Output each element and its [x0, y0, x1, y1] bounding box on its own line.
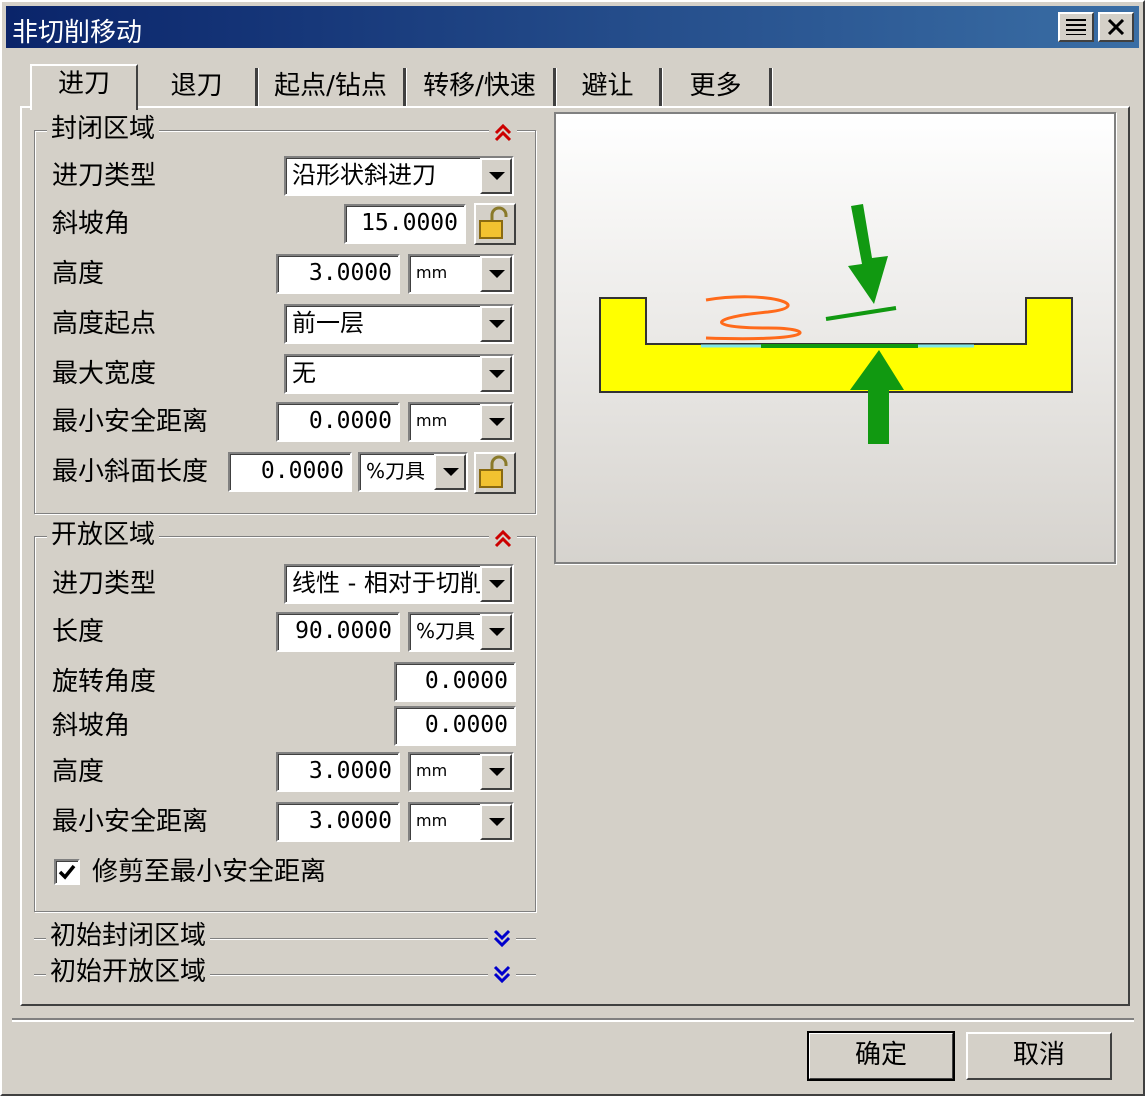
closed-area-title[interactable]: 封闭区域	[47, 113, 160, 145]
open-length-unit-value: %刀具	[416, 619, 476, 643]
closed-ramp-angle-input[interactable]: 15.0000	[344, 204, 466, 244]
closed-min-clearance-unit-value: mm	[416, 411, 448, 430]
tab-avoidance[interactable]: 避让	[556, 68, 662, 108]
trim-checkbox-label[interactable]: 修剪至最小安全距离	[92, 856, 326, 888]
dialog-window: 非切削移动 进刀 退刀 起点/钻点 转移/快速 避让 更多 封闭区域 进刀类型 …	[0, 0, 1145, 1096]
chevron-down-icon[interactable]	[480, 256, 512, 292]
closed-height-unit-value: mm	[416, 263, 448, 282]
open-min-clearance-unit-value: mm	[416, 811, 448, 830]
closed-min-ramp-length-input[interactable]: 0.0000	[228, 452, 352, 492]
closed-height-from-label: 高度起点	[52, 309, 157, 339]
closed-min-clearance-input[interactable]: 0.0000	[276, 402, 400, 442]
menu-button[interactable]	[1058, 12, 1094, 42]
chevron-down-icon[interactable]	[480, 306, 512, 342]
lock-button[interactable]	[474, 452, 516, 494]
cancel-button[interactable]: 取消	[966, 1032, 1112, 1080]
chevron-down-icon[interactable]	[480, 754, 512, 790]
closed-min-clearance-unit-select[interactable]: mm	[408, 402, 514, 442]
closed-height-label: 高度	[52, 259, 105, 289]
open-rotation-angle-label: 旋转角度	[52, 667, 157, 697]
closed-min-ramp-length-label: 最小斜面长度	[52, 457, 209, 487]
open-height-unit-select[interactable]: mm	[408, 752, 514, 792]
open-height-unit-value: mm	[416, 761, 448, 780]
lock-button[interactable]	[474, 203, 516, 245]
ok-button[interactable]: 确定	[807, 1031, 955, 1081]
tab-transfer-rapid[interactable]: 转移/快速	[406, 68, 556, 108]
closed-max-width-value: 无	[292, 359, 316, 387]
title-bar[interactable]: 非切削移动	[6, 6, 1139, 48]
chevron-down-icon[interactable]	[480, 804, 512, 840]
expand-icon[interactable]	[488, 960, 516, 988]
open-entry-type-select[interactable]: 线性 - 相对于切削	[284, 564, 514, 604]
open-length-input[interactable]: 90.0000	[276, 612, 400, 652]
closed-entry-type-value: 沿形状斜进刀	[292, 161, 436, 189]
closed-height-unit-select[interactable]: mm	[408, 254, 514, 294]
closed-ramp-angle-label: 斜坡角	[52, 209, 131, 239]
closed-min-clearance-label: 最小安全距离	[52, 407, 209, 437]
menu-icon	[1066, 19, 1086, 35]
chevron-down-icon[interactable]	[480, 566, 512, 602]
close-button[interactable]	[1098, 12, 1134, 42]
footer-separator	[12, 1018, 1134, 1020]
open-ramp-angle-input[interactable]: 0.0000	[394, 706, 516, 746]
chevron-down-icon[interactable]	[434, 454, 466, 490]
open-rotation-angle-input[interactable]: 0.0000	[394, 662, 516, 702]
entry-preview-image	[554, 112, 1116, 564]
checkmark-icon	[58, 864, 76, 880]
open-ramp-angle-label: 斜坡角	[52, 711, 131, 741]
initial-closed-area-title[interactable]: 初始封闭区域	[46, 920, 211, 952]
closed-height-input[interactable]: 3.0000	[276, 254, 400, 294]
closed-entry-type-select[interactable]: 沿形状斜进刀	[284, 156, 514, 196]
open-height-label: 高度	[52, 757, 105, 787]
tab-entry[interactable]: 进刀	[30, 64, 138, 110]
initial-open-area-title[interactable]: 初始开放区域	[46, 956, 211, 988]
open-entry-type-label: 进刀类型	[52, 569, 157, 599]
trim-checkbox[interactable]	[54, 859, 80, 885]
close-icon	[1107, 19, 1125, 35]
closed-entry-type-label: 进刀类型	[52, 161, 157, 191]
open-area-title[interactable]: 开放区域	[47, 519, 160, 551]
open-min-clearance-input[interactable]: 3.0000	[276, 802, 400, 842]
open-length-label: 长度	[52, 617, 105, 647]
closed-max-width-select[interactable]: 无	[284, 354, 514, 394]
expand-icon[interactable]	[488, 924, 516, 952]
lock-icon	[479, 206, 508, 239]
open-entry-type-value: 线性 - 相对于切削	[292, 569, 484, 597]
tab-start-drill-point[interactable]: 起点/钻点	[258, 68, 406, 108]
open-length-unit-select[interactable]: %刀具	[408, 612, 514, 652]
collapse-icon[interactable]	[489, 119, 517, 147]
open-height-input[interactable]: 3.0000	[276, 752, 400, 792]
window-title: 非切削移动	[12, 18, 143, 48]
closed-min-ramp-length-unit-value: %刀具	[366, 459, 426, 483]
collapse-icon[interactable]	[489, 525, 517, 553]
tab-exit[interactable]: 退刀	[138, 68, 258, 108]
chevron-down-icon[interactable]	[480, 614, 512, 650]
chevron-down-icon[interactable]	[480, 158, 512, 194]
closed-height-from-select[interactable]: 前一层	[284, 304, 514, 344]
open-min-clearance-label: 最小安全距离	[52, 807, 209, 837]
tab-more[interactable]: 更多	[662, 68, 772, 108]
closed-min-ramp-length-unit-select[interactable]: %刀具	[358, 452, 468, 492]
closed-max-width-label: 最大宽度	[52, 359, 157, 389]
chevron-down-icon[interactable]	[480, 404, 512, 440]
chevron-down-icon[interactable]	[480, 356, 512, 392]
open-min-clearance-unit-select[interactable]: mm	[408, 802, 514, 842]
closed-height-from-value: 前一层	[292, 309, 364, 337]
preview-diagram	[599, 204, 1073, 444]
lock-icon	[479, 455, 508, 488]
